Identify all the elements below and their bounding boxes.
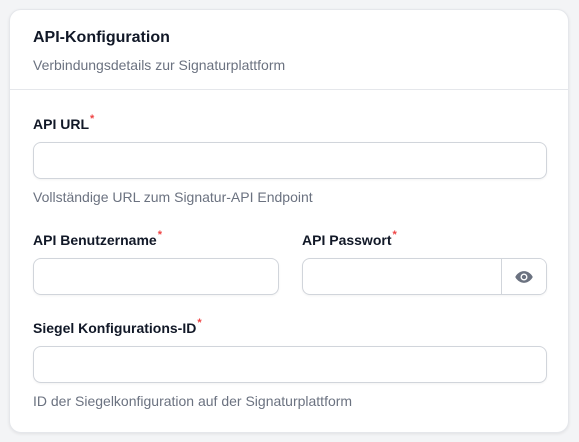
required-marker: *: [392, 229, 397, 241]
required-marker: *: [197, 317, 202, 329]
card-title: API-Konfiguration: [33, 29, 170, 46]
api-url-label-text: API URL: [33, 116, 89, 132]
api-password-label-text: API Passwort: [302, 232, 392, 248]
api-config-card: API-Konfiguration Verbindungsdetails zur…: [9, 9, 569, 433]
eye-icon: [515, 270, 533, 283]
api-password-input[interactable]: [303, 259, 502, 294]
api-username-input[interactable]: [33, 258, 279, 295]
card-description: Verbindungsdetails zur Signaturplattform: [33, 57, 286, 73]
api-url-label: API URL*: [33, 113, 95, 132]
api-username-label: API Benutzername*: [33, 229, 162, 248]
seal-config-id-label-text: Siegel Konfigurations-ID: [33, 320, 197, 336]
seal-config-id-hint: ID der Siegelkonfiguration auf der Signa…: [33, 393, 353, 409]
api-url-hint: Vollständige URL zum Signatur-API Endpoi…: [33, 189, 313, 205]
api-username-label-text: API Benutzername: [33, 232, 157, 248]
seal-config-id-label: Siegel Konfigurations-ID*: [33, 317, 202, 336]
api-password-field: [302, 258, 547, 295]
seal-config-id-input[interactable]: [33, 346, 547, 383]
card-header: API-Konfiguration Verbindungsdetails zur…: [10, 10, 568, 90]
required-marker: *: [157, 229, 162, 241]
api-url-input[interactable]: [33, 142, 547, 179]
toggle-password-visibility-button[interactable]: [501, 259, 546, 294]
required-marker: *: [90, 113, 95, 125]
api-password-label: API Passwort*: [302, 229, 397, 248]
